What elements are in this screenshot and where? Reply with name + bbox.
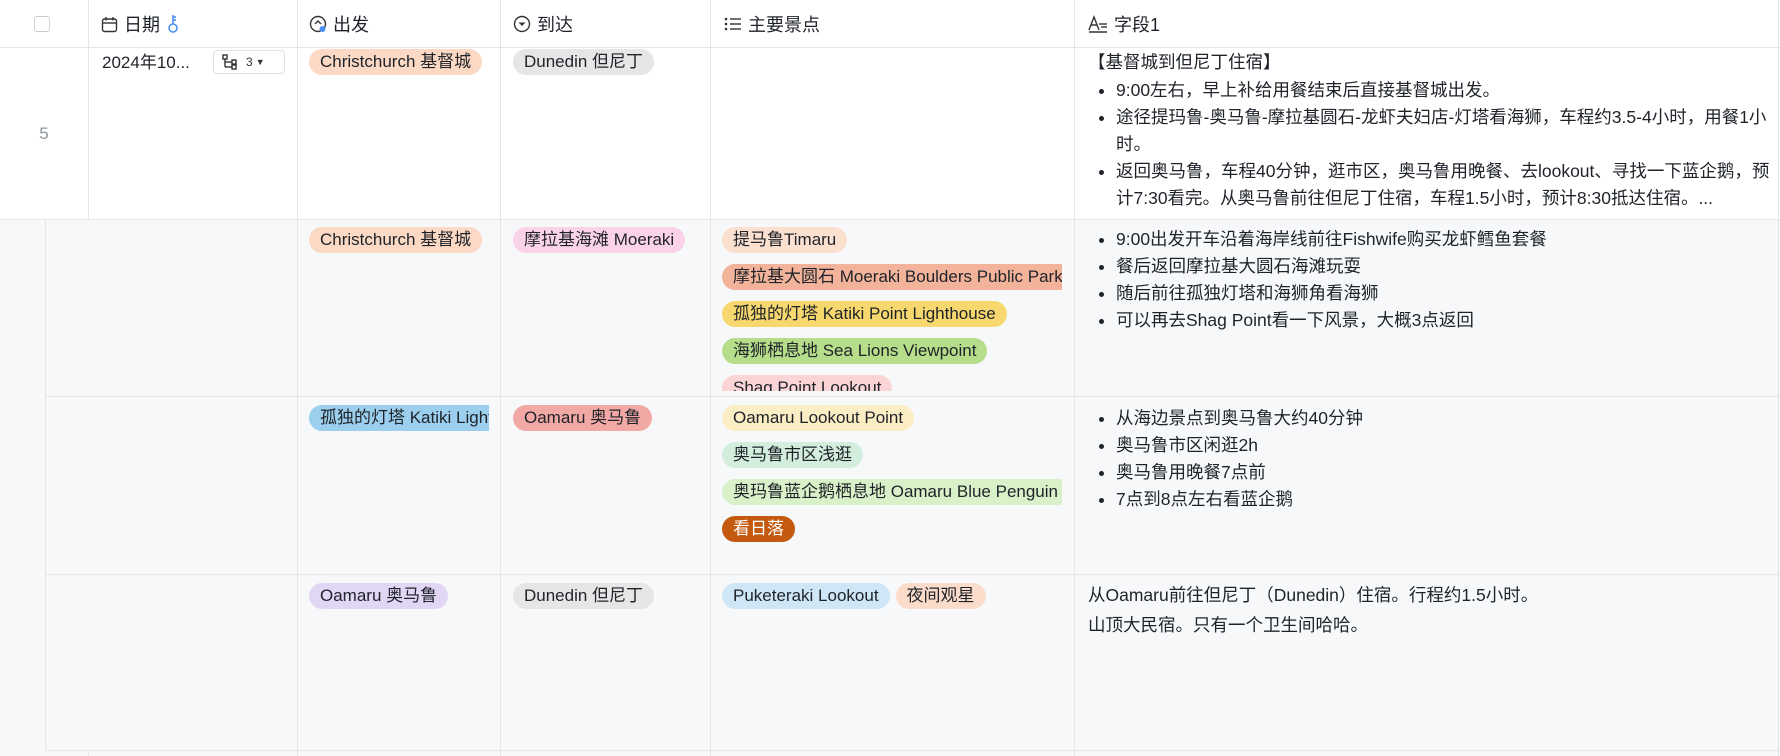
list-item: 随后前往孤独灯塔和海狮角看海狮 [1116, 280, 1780, 307]
table-header: 日期 出发 到达 主要景点 字段1 [0, 0, 1780, 48]
column-header-to[interactable]: 到达 [513, 0, 573, 48]
column-header-from-label: 出发 [333, 15, 369, 35]
row-number: 5 [39, 123, 49, 143]
field1-title: 【基督城到但尼丁住宿】 [1088, 52, 1281, 72]
to-tag[interactable]: Dunedin 但尼丁 [513, 583, 655, 609]
list-item: 可以再去Shag Point看一下风景，大概3点返回 [1116, 307, 1780, 334]
from-tag[interactable]: Oamaru 奥马鲁 [309, 583, 449, 609]
spots-tags: Oamaru Lookout Point 奥马鲁市区浅逛 奥玛鲁蓝企鹅栖息地 O… [722, 405, 1062, 569]
sub-records-toggle-button[interactable]: 3 ▼ [213, 50, 285, 74]
field1-list: 从海边景点到奥马鲁大约40分钟 奥马鲁市区闲逛2h 奥马鲁用晚餐7点前 7点到8… [1088, 405, 1780, 513]
spot-tag[interactable]: 奥马鲁市区浅逛 [722, 442, 863, 468]
text-field-icon [1088, 15, 1107, 33]
list-item: 返回奥马鲁，车程40分钟，逛市区，奥马鲁用晚餐、去lookout、寻找一下蓝企鹅… [1116, 158, 1780, 212]
list-item: 途径提玛鲁-奥马鲁-摩拉基圆石-龙虾夫妇店-灯塔看海狮，车程约3.5-4小时，用… [1116, 104, 1780, 158]
field1-line: 从Oamaru前往但尼丁（Dunedin）住宿。行程约1.5小时。 [1088, 585, 1539, 605]
column-header-date[interactable]: 日期 [101, 0, 186, 48]
spot-tag[interactable]: 提马鲁Timaru [722, 227, 848, 253]
hierarchy-icon [222, 54, 237, 70]
to-tag[interactable]: 摩拉基海滩 Moeraki [513, 227, 686, 253]
spot-tag[interactable]: Shag Point Lookout [722, 375, 893, 391]
calendar-icon [101, 16, 118, 32]
from-tag[interactable]: 孤独的灯塔 Katiki Lighthouse [309, 405, 489, 431]
spot-tag[interactable]: 夜间观星 [895, 583, 986, 609]
spot-tag[interactable]: 看日落 [722, 516, 795, 542]
dropdown-circle-icon [513, 15, 531, 33]
spot-tag[interactable]: Oamaru Lookout Point [722, 405, 915, 431]
column-header-date-label: 日期 [124, 15, 160, 35]
spot-tag[interactable]: 摩拉基大圆石 Moeraki Boulders Public Parking [722, 264, 1062, 290]
from-tag[interactable]: Christchurch 基督城 [309, 49, 483, 75]
list-item: 奥马鲁市区闲逛2h [1116, 432, 1780, 459]
spot-tag[interactable]: 海狮栖息地 Sea Lions Viewpoint [722, 338, 988, 364]
location-start-icon [309, 15, 327, 33]
spots-tags: Puketeraki Lookout 夜间观星 [722, 583, 986, 609]
sub-record-count: 3 [246, 55, 253, 69]
field1-list: 9:00出发开车沿着海岸线前往Fishwife购买龙虾鳕鱼套餐 餐后返回摩拉基大… [1088, 226, 1780, 334]
column-header-from[interactable]: 出发 [309, 0, 369, 48]
column-header-to-label: 到达 [537, 15, 573, 35]
list-icon [724, 17, 741, 31]
list-item: 9:00左右，早上补给用餐结束后直接基督城出发。 [1116, 77, 1780, 104]
list-item: 奥马鲁用晚餐7点前 [1116, 459, 1780, 486]
from-tag[interactable]: Christchurch 基督城 [309, 227, 483, 253]
column-header-field1[interactable]: 字段1 [1088, 0, 1160, 48]
column-header-spots[interactable]: 主要景点 [724, 0, 820, 48]
column-header-spots-label: 主要景点 [748, 15, 820, 35]
spots-tags: 提马鲁Timaru 摩拉基大圆石 Moeraki Boulders Public… [722, 227, 1062, 391]
date-value[interactable]: 2024年10... [102, 52, 190, 74]
select-all-checkbox[interactable] [34, 0, 50, 48]
spot-tag[interactable]: 孤独的灯塔 Katiki Point Lighthouse [722, 301, 1007, 327]
column-header-field1-label: 字段1 [1114, 15, 1161, 35]
field1-line: 山顶大民宿。只有一个卫生间哈哈。 [1088, 615, 1368, 635]
to-tag[interactable]: Dunedin 但尼丁 [513, 49, 655, 75]
chevron-down-icon: ▼ [255, 57, 265, 67]
list-item: 从海边景点到奥马鲁大约40分钟 [1116, 405, 1780, 432]
field1-text: 从Oamaru前往但尼丁（Dunedin）住宿。行程约1.5小时。 山顶大民宿。… [1088, 580, 1768, 640]
list-item: 餐后返回摩拉基大圆石海滩玩耍 [1116, 253, 1780, 280]
spot-tag[interactable]: Puketeraki Lookout [722, 583, 890, 609]
key-icon [168, 15, 178, 33]
spot-tag[interactable]: 奥玛鲁蓝企鹅栖息地 Oamaru Blue Penguin Colony [722, 479, 1062, 505]
list-item: 9:00出发开车沿着海岸线前往Fishwife购买龙虾鳕鱼套餐 [1116, 226, 1780, 253]
to-tag[interactable]: Oamaru 奥马鲁 [513, 405, 653, 431]
list-item: 7点到8点左右看蓝企鹅 [1116, 486, 1780, 513]
field1-list: 9:00左右，早上补给用餐结束后直接基督城出发。 途径提玛鲁-奥马鲁-摩拉基圆石… [1088, 77, 1780, 214]
